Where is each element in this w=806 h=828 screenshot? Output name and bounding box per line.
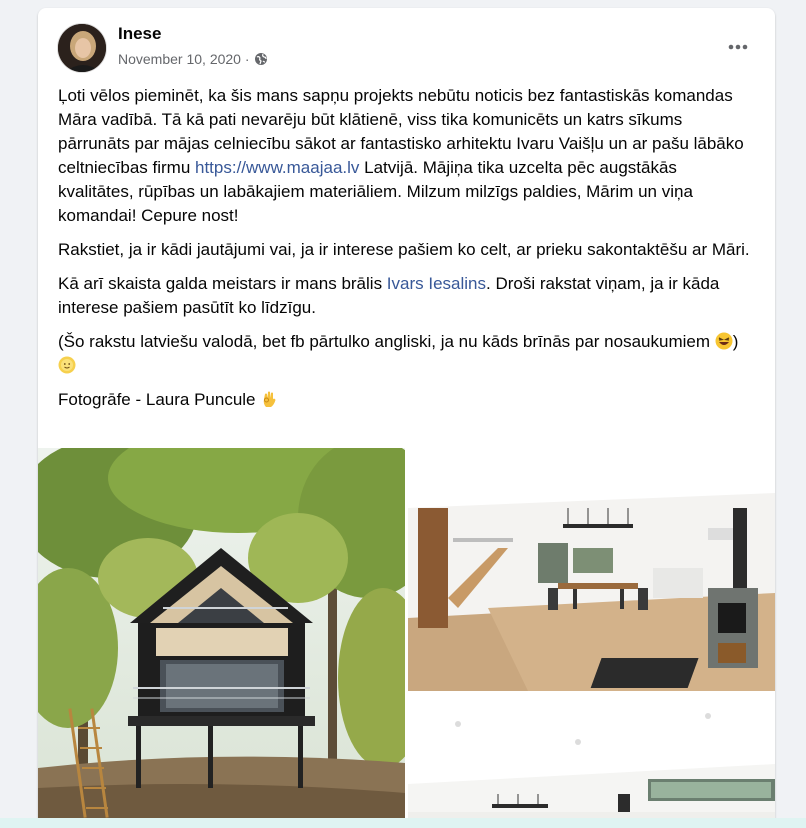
post-date[interactable]: November 10, 2020 ·: [118, 51, 250, 67]
paragraph-2: Rakstiet, ja ir kādi jautājumi vai, ja i…: [58, 240, 750, 259]
paragraph-1: Ļoti vēlos pieminēt, ka šis mans sapņu p…: [58, 84, 753, 228]
photographer-credit: Fotogrāfe - Laura Puncule: [58, 390, 256, 409]
paragraph-3: Kā arī skaista galda meistars ir mans br…: [58, 272, 753, 320]
more-options-icon[interactable]: [721, 30, 755, 64]
laughing-emoji: [715, 332, 733, 350]
photo-interior-living[interactable]: [408, 448, 775, 691]
sun-face-emoji: [58, 356, 76, 374]
globe-icon[interactable]: [254, 52, 268, 66]
ok-hand-emoji: [260, 390, 278, 408]
paragraph-4-text: (Šo rakstu latviešu valodā, bet fb pārtu…: [58, 332, 711, 351]
post-text: Ļoti vēlos pieminēt, ka šis mans sapņu p…: [58, 84, 753, 422]
photo-cabin-exterior[interactable]: [38, 448, 405, 828]
photo-grid: [38, 448, 775, 828]
post-header: Inese November 10, 2020 ·: [38, 8, 775, 82]
maajaa-link[interactable]: https://www.maajaa.lv: [195, 158, 359, 177]
paragraph-4: (Šo rakstu latviešu valodā, bet fb pārtu…: [58, 330, 753, 378]
ivars-iesalins-link[interactable]: Ivars Iesalins: [387, 274, 486, 293]
post-meta: November 10, 2020 ·: [118, 51, 268, 67]
photo-interior-dining[interactable]: [408, 694, 775, 828]
paragraph-5: Fotogrāfe - Laura Puncule: [58, 388, 753, 412]
author-name[interactable]: Inese: [118, 24, 161, 44]
post-card: Inese November 10, 2020 · Ļoti vēlos pie…: [38, 8, 775, 828]
bottom-strip: [0, 818, 806, 828]
avatar[interactable]: [57, 23, 107, 73]
paragraph-3-text-a: Kā arī skaista galda meistars ir mans br…: [58, 274, 387, 293]
